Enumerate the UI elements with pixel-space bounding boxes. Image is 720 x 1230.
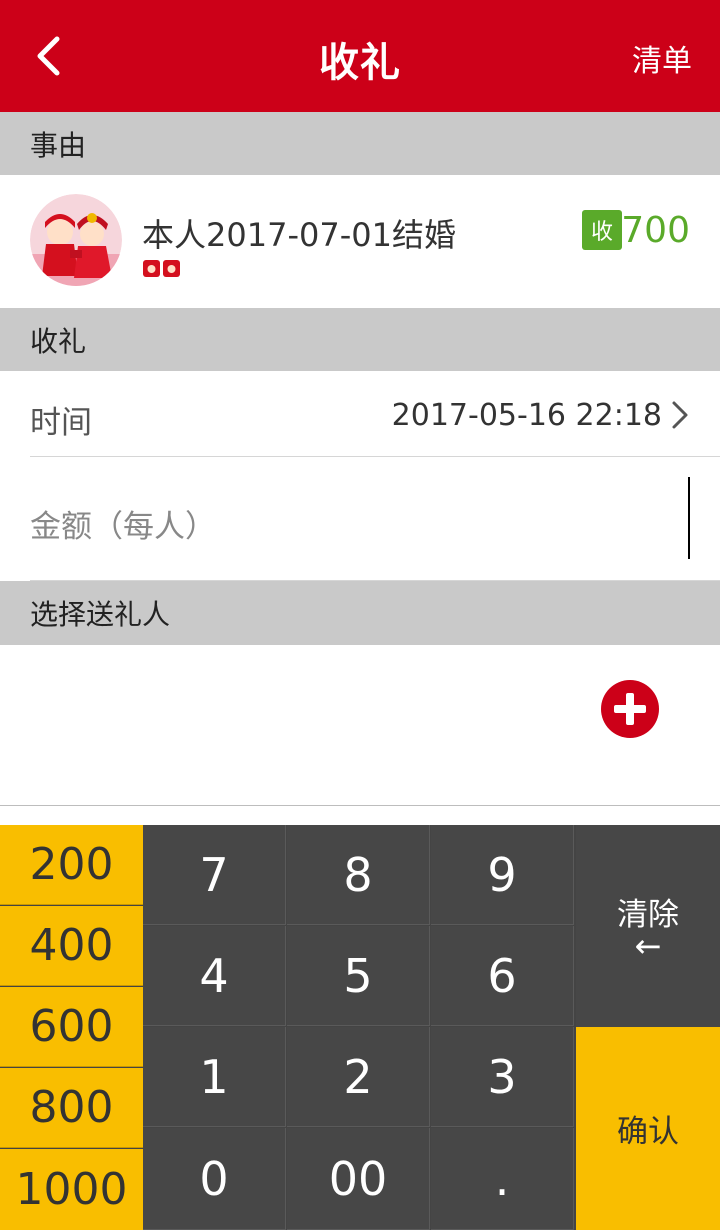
- preset-amount-button[interactable]: 800: [0, 1068, 143, 1148]
- chevron-right-icon: [672, 401, 688, 429]
- receive-badge: 收: [582, 210, 622, 250]
- key-0[interactable]: 0: [143, 1128, 286, 1230]
- clear-button[interactable]: 清除 ←: [576, 825, 720, 1027]
- preset-amount-button[interactable]: 600: [0, 987, 143, 1067]
- event-title: 本人2017-07-01结婚: [142, 216, 456, 254]
- page-title: 收礼: [319, 40, 401, 86]
- key-6[interactable]: 6: [431, 926, 574, 1026]
- key-3[interactable]: 3: [431, 1027, 574, 1127]
- preset-amount-button[interactable]: 1000: [0, 1149, 143, 1230]
- key-1[interactable]: 1: [143, 1027, 286, 1127]
- section-header-choose-giver: 选择送礼人: [0, 581, 720, 645]
- key-4[interactable]: 4: [143, 926, 286, 1026]
- couple-mini-icon: [142, 257, 182, 279]
- key-7[interactable]: 7: [143, 825, 286, 925]
- add-giver-button[interactable]: [601, 680, 659, 738]
- list-button[interactable]: 清单: [632, 36, 692, 80]
- time-value[interactable]: 2017-05-16 22:18: [392, 398, 662, 433]
- wedding-avatar-icon: [30, 194, 122, 286]
- text-cursor: [688, 477, 690, 559]
- time-label: 时间: [30, 405, 92, 441]
- section-header-reason: 事由: [0, 112, 720, 175]
- divider: [0, 805, 720, 806]
- key-2[interactable]: 2: [287, 1027, 430, 1127]
- preset-amount-button[interactable]: 200: [0, 825, 143, 905]
- key-9[interactable]: 9: [431, 825, 574, 925]
- backspace-arrow-icon: ←: [634, 927, 662, 965]
- amount-placeholder: 金额（每人）: [30, 509, 216, 545]
- preset-amount-button[interactable]: 400: [0, 906, 143, 986]
- key-00[interactable]: 00: [287, 1128, 430, 1230]
- event-amount: 700: [621, 210, 690, 251]
- section-header-receive: 收礼: [0, 308, 720, 371]
- key-8[interactable]: 8: [287, 825, 430, 925]
- confirm-button[interactable]: 确认: [576, 1027, 720, 1230]
- top-bar: 收礼 清单: [0, 0, 720, 112]
- key-dot[interactable]: .: [431, 1128, 574, 1230]
- key-5[interactable]: 5: [287, 926, 430, 1026]
